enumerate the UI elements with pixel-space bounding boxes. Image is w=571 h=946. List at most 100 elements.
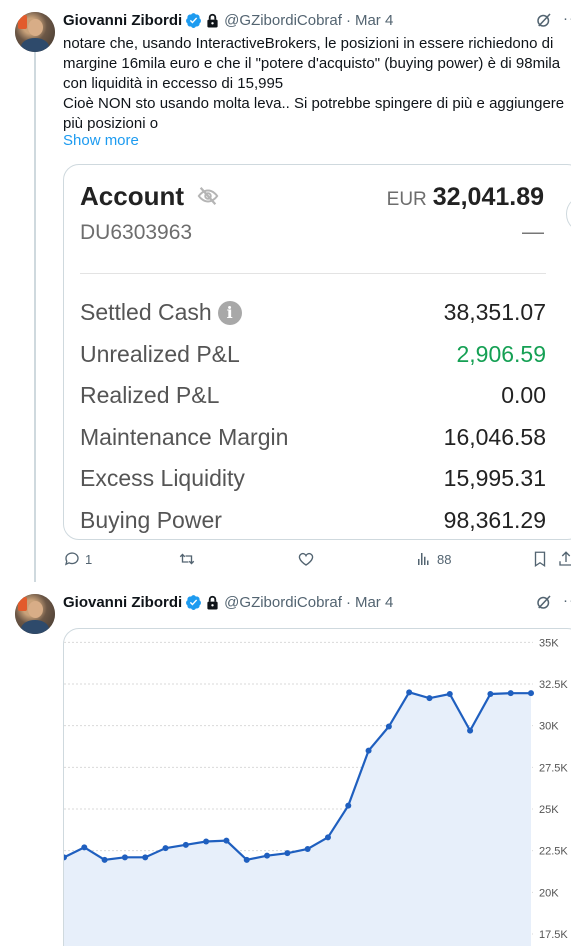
row-value: 16,046.58 xyxy=(443,424,546,450)
daily-change: — xyxy=(522,219,544,244)
avatar[interactable] xyxy=(15,594,55,634)
row-label: Excess Liquidity xyxy=(80,465,245,491)
author-name[interactable]: Giovanni Zibordi xyxy=(63,594,182,611)
y-tick-label: 27.5K xyxy=(539,762,568,774)
row-label: Unrealized P&L xyxy=(80,341,240,367)
eye-off-icon xyxy=(197,187,219,205)
share-icon xyxy=(559,551,571,566)
currency-code: EUR xyxy=(386,189,427,210)
more-options-icon[interactable]: ·· xyxy=(563,592,571,609)
author-handle[interactable]: @GZibordiCobraf xyxy=(224,594,342,611)
data-point xyxy=(507,690,514,697)
account-total: EUR 32,041.89 xyxy=(387,183,544,212)
bookmark-icon xyxy=(534,551,546,568)
row-excess-liquidity: Excess Liquidity 15,995.31 xyxy=(80,465,546,495)
tweet-header: Giovanni Zibordi @GZibordiCobraf · Mar 4… xyxy=(63,592,571,612)
data-point xyxy=(223,837,230,844)
more-options-icon[interactable]: ·· xyxy=(563,10,571,27)
row-value: 2,906.59 xyxy=(456,341,546,367)
data-point xyxy=(81,844,88,851)
data-point xyxy=(304,846,311,852)
share-button[interactable] xyxy=(557,550,571,568)
data-point xyxy=(284,850,291,857)
row-buying-power: Buying Power 98,361.29 xyxy=(80,507,546,537)
row-value: 38,351.07 xyxy=(443,299,546,325)
row-label: Buying Power xyxy=(80,507,222,533)
tweet-date[interactable]: Mar 4 xyxy=(355,12,393,29)
account-id: DU6303963 xyxy=(80,221,193,244)
data-point xyxy=(385,723,392,730)
views-button[interactable]: 88 xyxy=(415,550,451,568)
reply-icon xyxy=(64,552,79,566)
data-point xyxy=(101,856,108,863)
data-point xyxy=(324,834,331,841)
like-button[interactable] xyxy=(297,550,319,568)
account-title: Account xyxy=(80,181,184,211)
author-handle[interactable]: @GZibordiCobraf xyxy=(224,12,342,29)
heart-icon xyxy=(298,552,314,566)
info-icon: i xyxy=(217,301,242,325)
chart-screenshot-card[interactable]: 35K 32.5K 30K 27.5K 25K 22.5K 20K 17.5K xyxy=(63,628,571,946)
y-tick-label: 22.5K xyxy=(539,846,568,858)
data-point xyxy=(426,695,433,702)
separator-dot: · xyxy=(345,593,351,611)
data-point xyxy=(406,689,413,696)
tweet-1[interactable]: Giovanni Zibordi @GZibordiCobraf · Mar 4… xyxy=(0,0,571,582)
retweet-button[interactable] xyxy=(178,550,200,568)
bookmark-button[interactable] xyxy=(531,550,549,568)
y-tick-label: 35K xyxy=(539,637,559,649)
tweet-header: Giovanni Zibordi @GZibordiCobraf · Mar 4… xyxy=(63,10,571,30)
area-fill xyxy=(64,692,531,946)
tweet-text: notare che, usando InteractiveBrokers, l… xyxy=(63,35,565,132)
row-realized-pnl: Realized P&L 0.00 xyxy=(80,382,546,412)
data-point xyxy=(243,856,250,863)
portfolio-value-chart: 35K 32.5K 30K 27.5K 25K 22.5K 20K 17.5K xyxy=(64,637,568,946)
divider xyxy=(80,273,546,274)
show-more-link[interactable]: Show more xyxy=(63,132,139,149)
grok-icon[interactable] xyxy=(535,11,553,29)
y-tick-label: 30K xyxy=(539,721,559,733)
data-point xyxy=(162,845,169,852)
verified-badge-icon xyxy=(186,594,202,610)
views-count: 88 xyxy=(437,551,452,567)
separator-dot: · xyxy=(345,11,351,29)
row-value: 0.00 xyxy=(501,382,546,408)
tweet-actions: 1 88 xyxy=(63,550,571,572)
reply-count: 1 xyxy=(85,551,93,567)
row-value: 98,361.29 xyxy=(443,507,546,533)
verified-badge-icon xyxy=(186,12,202,28)
data-point xyxy=(528,690,534,697)
data-point xyxy=(365,747,372,754)
avatar[interactable] xyxy=(15,12,55,52)
data-point xyxy=(467,727,474,734)
author-name[interactable]: Giovanni Zibordi xyxy=(63,12,182,29)
y-tick-label: 32.5K xyxy=(539,679,568,691)
views-icon xyxy=(418,553,429,565)
y-tick-label: 25K xyxy=(539,804,559,816)
row-label: Settled Cash xyxy=(80,299,212,325)
reply-button[interactable]: 1 xyxy=(63,550,92,568)
tweet-date[interactable]: Mar 4 xyxy=(355,594,393,611)
tweet-2[interactable]: Giovanni Zibordi @GZibordiCobraf · Mar 4… xyxy=(0,582,571,946)
data-point xyxy=(121,854,128,861)
data-point xyxy=(203,838,210,845)
y-tick-label: 20K xyxy=(539,887,559,899)
lock-icon xyxy=(207,595,218,609)
row-maintenance-margin: Maintenance Margin 16,046.58 xyxy=(80,424,546,454)
data-point xyxy=(446,691,453,697)
account-screenshot-card[interactable]: Account DU6303963 EUR 32,041.89 — Settled… xyxy=(63,164,571,540)
row-label: Maintenance Margin xyxy=(80,424,289,450)
retweet-icon xyxy=(179,553,195,565)
row-unrealized-pnl: Unrealized P&L 2,906.59 xyxy=(80,341,546,371)
lock-icon xyxy=(207,13,218,27)
grok-icon[interactable] xyxy=(535,593,553,611)
total-amount: 32,041.89 xyxy=(432,183,544,211)
data-point xyxy=(264,852,271,859)
row-label: Realized P&L xyxy=(80,382,220,408)
row-settled-cash: Settled Cash i 38,351.07 xyxy=(80,299,546,329)
data-point xyxy=(345,802,352,809)
data-point xyxy=(182,841,189,848)
row-value: 15,995.31 xyxy=(443,465,546,491)
y-tick-label: 17.5K xyxy=(539,929,568,941)
side-control xyxy=(566,195,571,233)
